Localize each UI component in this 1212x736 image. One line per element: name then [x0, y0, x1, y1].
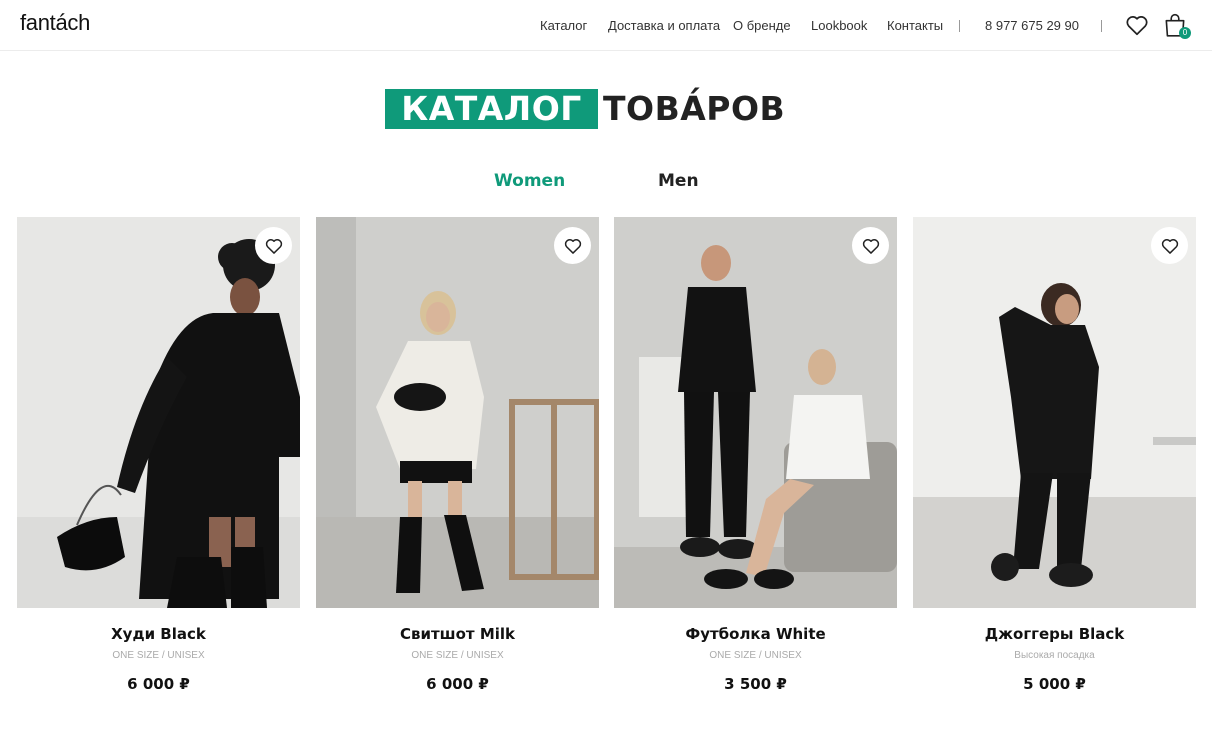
favorite-button[interactable] [554, 227, 591, 264]
product-subtitle: ONE SIZE / UNISEX [709, 650, 802, 661]
heart-icon [264, 236, 284, 256]
product-card: Свитшот Milk ONE SIZE / UNISEX 6 000 ₽ [316, 217, 599, 697]
nav-divider [959, 20, 960, 32]
heart-icon[interactable] [1124, 12, 1150, 38]
product-price: 6 000 ₽ [127, 675, 190, 693]
nav-lookbook[interactable]: Lookbook [811, 18, 867, 33]
product-card: Худи Black ONE SIZE / UNISEX 6 000 ₽ [17, 217, 300, 697]
site-header: fantách Каталог Доставка и оплата О брен… [0, 0, 1212, 51]
product-card: Футболка White ONE SIZE / UNISEX 3 500 ₽ [614, 217, 897, 697]
nav-delivery[interactable]: Доставка и оплата [608, 18, 720, 33]
product-image[interactable] [17, 217, 300, 608]
product-price: 5 000 ₽ [1023, 675, 1086, 693]
product-name[interactable]: Худи Black [17, 625, 300, 643]
nav-about[interactable]: О бренде [733, 18, 791, 33]
product-subtitle: ONE SIZE / UNISEX [112, 650, 205, 661]
page-title-rest: ТОВА́РОВ [603, 89, 786, 128]
nav-catalog[interactable]: Каталог [540, 18, 587, 33]
nav-contacts[interactable]: Контакты [887, 18, 943, 33]
favorite-button[interactable] [852, 227, 889, 264]
nav-divider [1101, 20, 1102, 32]
product-price: 3 500 ₽ [724, 675, 787, 693]
favorite-button[interactable] [1151, 227, 1188, 264]
product-image[interactable] [913, 217, 1196, 608]
product-card: Джоггеры Black Высокая посадка 5 000 ₽ [913, 217, 1196, 697]
product-name[interactable]: Футболка White [614, 625, 897, 643]
tab-women[interactable]: Women [494, 171, 565, 191]
phone-link[interactable]: 8 977 675 29 90 [985, 18, 1079, 33]
favorite-button[interactable] [255, 227, 292, 264]
heart-icon [563, 236, 583, 256]
product-subtitle: Высокая посадка [1014, 650, 1095, 661]
page-title-accent: КАТАЛОГ [385, 89, 598, 129]
product-image[interactable] [614, 217, 897, 608]
product-price: 6 000 ₽ [426, 675, 489, 693]
product-name[interactable]: Свитшот Milk [316, 625, 599, 643]
product-name[interactable]: Джоггеры Black [913, 625, 1196, 643]
heart-icon [1160, 236, 1180, 256]
tab-men[interactable]: Men [658, 171, 699, 191]
cart-count-badge: 0 [1179, 27, 1191, 39]
product-subtitle: ONE SIZE / UNISEX [411, 650, 504, 661]
product-image[interactable] [316, 217, 599, 608]
heart-icon [861, 236, 881, 256]
